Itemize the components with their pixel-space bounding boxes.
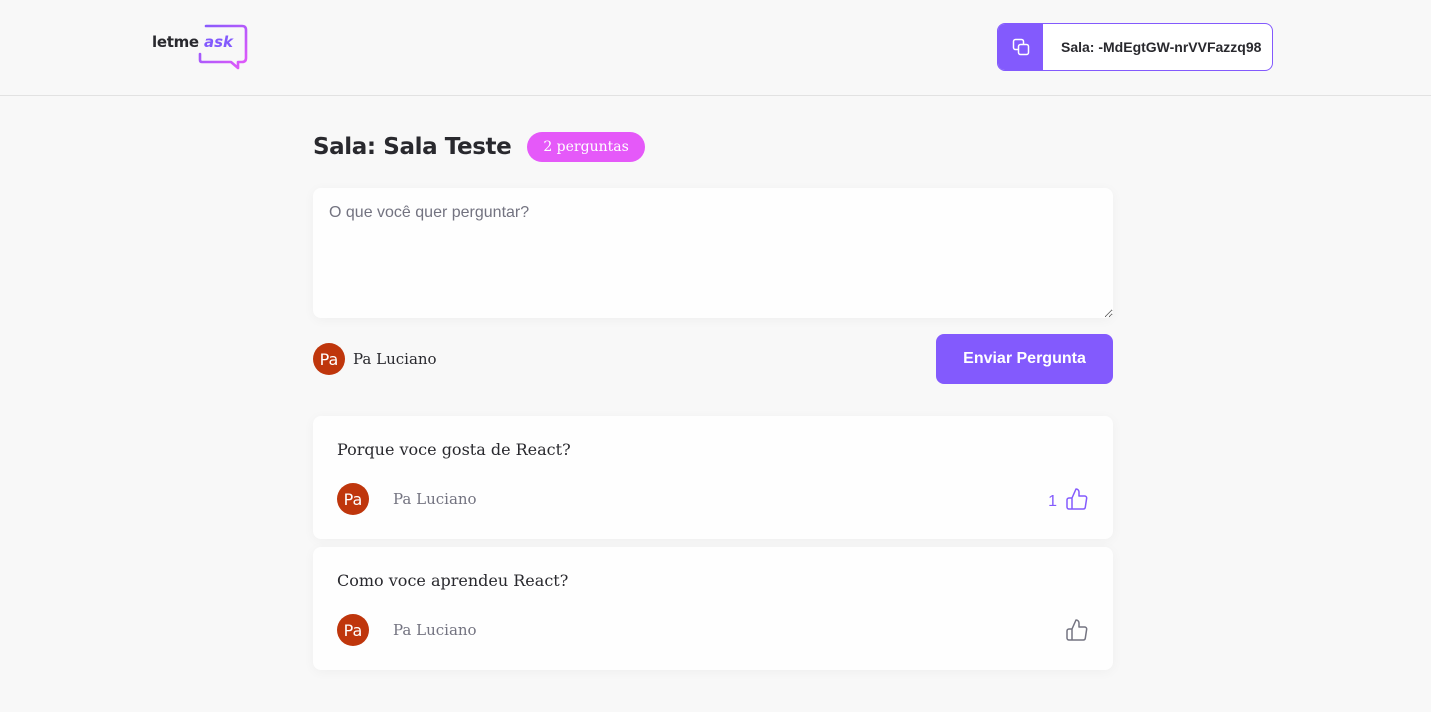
question-input[interactable] <box>313 188 1113 318</box>
logo-text-letme: letme <box>152 33 199 51</box>
thumbs-up-icon <box>1066 488 1088 510</box>
copy-icon-container <box>998 24 1043 70</box>
page-header: letme ask Sala: -MdEgtGW-nrVVFazzq98 <box>0 0 1431 96</box>
logo-text-ask: ask <box>204 33 234 51</box>
question-text: Porque voce gosta de React? <box>337 440 571 459</box>
question-text: Como voce aprendeu React? <box>337 571 569 590</box>
current-user-name: Pa Luciano <box>353 350 437 368</box>
letmeask-logo[interactable]: letme ask <box>152 24 248 70</box>
send-question-button[interactable]: Enviar Pergunta <box>936 334 1113 384</box>
question-card: Porque voce gosta de React? Pa Pa Lucian… <box>313 416 1113 539</box>
author-name: Pa Luciano <box>393 621 477 639</box>
room-code-text: Sala: -MdEgtGW-nrVVFazzq98 <box>1061 39 1262 55</box>
question-author: Pa Pa Luciano <box>337 483 477 515</box>
page-title: Sala: Sala Teste <box>313 134 512 160</box>
room-title-row: Sala: Sala Teste 2 perguntas <box>313 129 645 165</box>
room-code-copy-button[interactable]: Sala: -MdEgtGW-nrVVFazzq98 <box>997 23 1273 71</box>
question-count-badge: 2 perguntas <box>527 132 645 162</box>
like-button[interactable]: 1 <box>1048 487 1089 511</box>
question-footer: Pa Pa Luciano <box>337 614 1089 646</box>
copy-icon <box>1012 38 1029 56</box>
like-button[interactable] <box>1057 618 1089 642</box>
current-user-info: Pa Pa Luciano <box>313 343 437 375</box>
question-footer: Pa Pa Luciano 1 <box>337 483 1089 515</box>
thumbs-up-icon <box>1066 619 1088 641</box>
author-name: Pa Luciano <box>393 490 477 508</box>
avatar: Pa <box>337 614 369 646</box>
question-author: Pa Pa Luciano <box>337 614 477 646</box>
avatar: Pa <box>313 343 345 375</box>
avatar: Pa <box>337 483 369 515</box>
like-count: 1 <box>1048 493 1057 510</box>
question-card: Como voce aprendeu React? Pa Pa Luciano <box>313 547 1113 670</box>
